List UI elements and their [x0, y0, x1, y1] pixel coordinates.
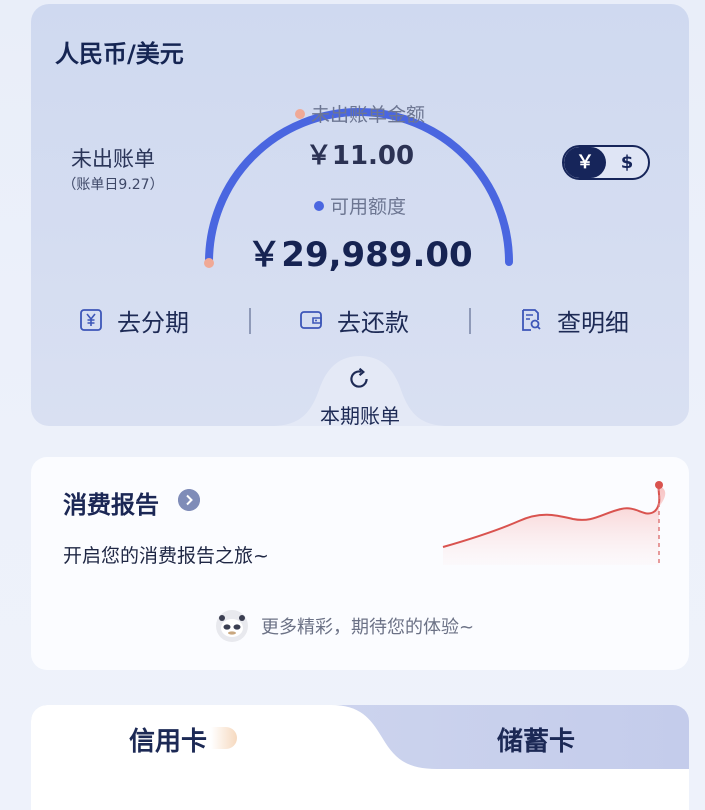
unbilled-amount-label: 未出账单金额 [310, 104, 425, 126]
yuan-square-icon [80, 309, 102, 331]
currency-option-cny[interactable]: ￥ [564, 147, 606, 178]
installment-button[interactable]: 去分期 [79, 300, 189, 340]
spending-report-card[interactable]: 消费报告 开启您的消费报告之旅~ 更多精彩，期待您的体验~ [31, 457, 689, 670]
sparkline-area [443, 485, 666, 565]
refresh-icon[interactable] [346, 366, 372, 392]
chevron-right-icon[interactable] [178, 489, 200, 511]
report-footer: 更多精彩，期待您的体验~ [215, 609, 474, 643]
report-title[interactable]: 消费报告 [63, 485, 159, 520]
repay-label: 去还款 [337, 308, 409, 337]
tab-debit-card[interactable]: 储蓄卡 [497, 721, 575, 758]
unbilled-dot-icon [294, 109, 305, 119]
details-label: 查明细 [557, 308, 629, 337]
unbilled-amount-legend: 未出账单金额 [31, 100, 689, 127]
sparkline-end-dot [655, 481, 663, 489]
details-button[interactable]: 查明细 [519, 300, 629, 340]
current-bill-label[interactable]: 本期账单 [31, 400, 689, 426]
tab-credit-card[interactable]: 信用卡 [129, 721, 207, 758]
available-amount: ￥29,989.00 [247, 235, 473, 275]
available-label: 可用额度 [329, 196, 406, 218]
available-dot-icon [313, 201, 324, 211]
bill-day-label: （账单日9.27） [62, 177, 164, 193]
currency-option-usd[interactable]: $ [606, 147, 648, 178]
installment-label: 去分期 [117, 308, 189, 337]
wallet-icon [300, 311, 322, 329]
report-footer-text: 更多精彩，期待您的体验~ [261, 617, 475, 638]
repay-button[interactable]: 去还款 [299, 300, 409, 340]
card-type-panel: 信用卡 储蓄卡 [31, 705, 689, 810]
currency-title: 人民币/美元 [55, 40, 184, 68]
trend-sparkline [442, 481, 666, 565]
search-document-icon [522, 309, 541, 331]
report-subtitle: 开启您的消费报告之旅~ [63, 545, 269, 567]
currency-toggle[interactable]: ￥ $ [562, 145, 650, 180]
action-divider [249, 308, 251, 334]
panda-mascot-icon [216, 610, 248, 642]
available-legend: 可用额度 [31, 192, 689, 219]
action-divider [469, 308, 471, 334]
bill-summary-card: 人民币/美元 未出账单 （账单日9.27） 未出账单金额 ￥11.00 可用额度… [31, 4, 689, 426]
active-tab-accent [211, 727, 237, 749]
bill-actions: 去分期 去还款 查明细 [31, 300, 689, 340]
